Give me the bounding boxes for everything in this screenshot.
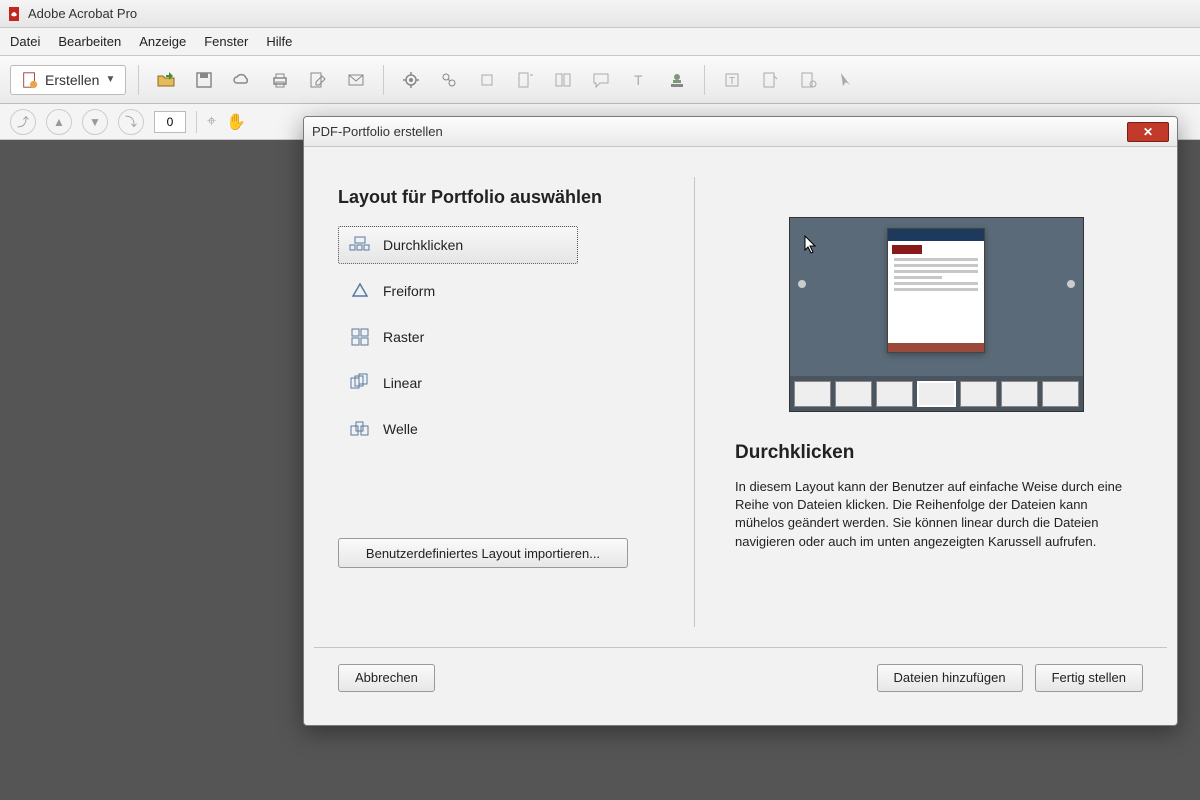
toolbar-separator [704,65,705,95]
svg-text:T: T [634,72,643,88]
edit-button[interactable] [303,65,333,95]
create-portfolio-dialog: PDF-Portfolio erstellen ✕ Layout für Por… [303,116,1178,726]
preview-title: Durchklicken [735,442,1137,464]
layout-label: Linear [383,375,422,391]
dialog-title: PDF-Portfolio erstellen [312,124,1127,139]
freeform-icon [349,280,371,302]
next-page-button[interactable]: ▼ [82,109,108,135]
cancel-button[interactable]: Abbrechen [338,664,435,692]
rotate-button[interactable] [472,65,502,95]
save-button[interactable] [189,65,219,95]
layout-option-durchklicken[interactable]: Durchklicken [338,226,578,264]
grid-icon [349,326,371,348]
open-file-button[interactable] [151,65,181,95]
prev-page-button[interactable]: ▲ [46,109,72,135]
chevron-down-icon: ▼ [105,74,115,85]
layout-list: Durchklicken Freiform Raster Linear [338,226,686,448]
wave-icon [349,418,371,440]
layout-label: Freiform [383,283,435,299]
create-button[interactable]: Erstellen ▼ [10,65,126,95]
preview-next-icon [1067,280,1075,288]
select-mode-icon[interactable]: ⌖ [207,113,216,131]
dialog-heading: Layout für Portfolio auswählen [338,187,686,208]
preview-document [887,228,985,353]
layout-preview [789,217,1084,412]
cursor-icon [804,235,818,255]
click-through-icon [349,234,371,256]
import-layout-button[interactable]: Benutzerdefiniertes Layout importieren..… [338,538,628,568]
dialog-titlebar[interactable]: PDF-Portfolio erstellen ✕ [304,117,1177,147]
menu-anzeige[interactable]: Anzeige [139,34,186,49]
menubar: Datei Bearbeiten Anzeige Fenster Hilfe [0,28,1200,56]
layout-label: Raster [383,329,424,345]
add-files-button[interactable]: Dateien hinzufügen [877,664,1023,692]
create-button-label: Erstellen [45,72,99,88]
quick-tools-button[interactable] [434,65,464,95]
toolbar-separator [196,111,197,133]
dialog-close-button[interactable]: ✕ [1127,122,1169,142]
menu-fenster[interactable]: Fenster [204,34,248,49]
dialog-footer: Abbrechen Dateien hinzufügen Fertig stel… [314,647,1167,707]
preview-carousel [790,376,1083,411]
form-button[interactable] [755,65,785,95]
layout-option-freiform[interactable]: Freiform [338,272,686,310]
layout-label: Welle [383,421,418,437]
create-pdf-icon [21,71,39,89]
menu-hilfe[interactable]: Hilfe [266,34,292,49]
last-page-button[interactable]: ⤵ [118,109,144,135]
dialog-right-panel: Durchklicken In diesem Layout kann der B… [695,157,1167,637]
toolbar-separator [138,65,139,95]
layout-option-raster[interactable]: Raster [338,318,686,356]
main-toolbar: Erstellen ▼ T T [0,56,1200,104]
app-titlebar: Adobe Acrobat Pro [0,0,1200,28]
layout-option-linear[interactable]: Linear [338,364,686,402]
app-title: Adobe Acrobat Pro [28,6,137,21]
dialog-left-panel: Layout für Portfolio auswählen Durchklic… [314,157,694,637]
comment-button[interactable] [586,65,616,95]
layout-label: Durchklicken [383,237,463,253]
menu-bearbeiten[interactable]: Bearbeiten [58,34,121,49]
settings-button[interactable] [396,65,426,95]
text-edit-button[interactable]: T [717,65,747,95]
multimedia-button[interactable] [793,65,823,95]
menu-datei[interactable]: Datei [10,34,40,49]
svg-text:T: T [729,76,735,87]
page-number-input[interactable]: 0 [154,111,186,133]
linear-icon [349,372,371,394]
document-area: PDF-Portfolio erstellen ✕ Layout für Por… [0,140,1200,800]
finish-button[interactable]: Fertig stellen [1035,664,1143,692]
stamp-button[interactable] [662,65,692,95]
text-tool-button[interactable]: T [624,65,654,95]
cloud-button[interactable] [227,65,257,95]
print-button[interactable] [265,65,295,95]
email-button[interactable] [341,65,371,95]
hand-tool-icon[interactable]: ✋ [226,112,246,132]
preview-description: In diesem Layout kann der Benutzer auf e… [735,478,1137,551]
preview-prev-icon [798,280,806,288]
layout-option-welle[interactable]: Welle [338,410,686,448]
first-page-button[interactable]: ⤴ [10,109,36,135]
toolbar-separator [383,65,384,95]
acrobat-logo-icon [6,6,22,22]
select-tool-button[interactable] [831,65,861,95]
two-page-button[interactable] [548,65,578,95]
page-thumbnails-button[interactable] [510,65,540,95]
